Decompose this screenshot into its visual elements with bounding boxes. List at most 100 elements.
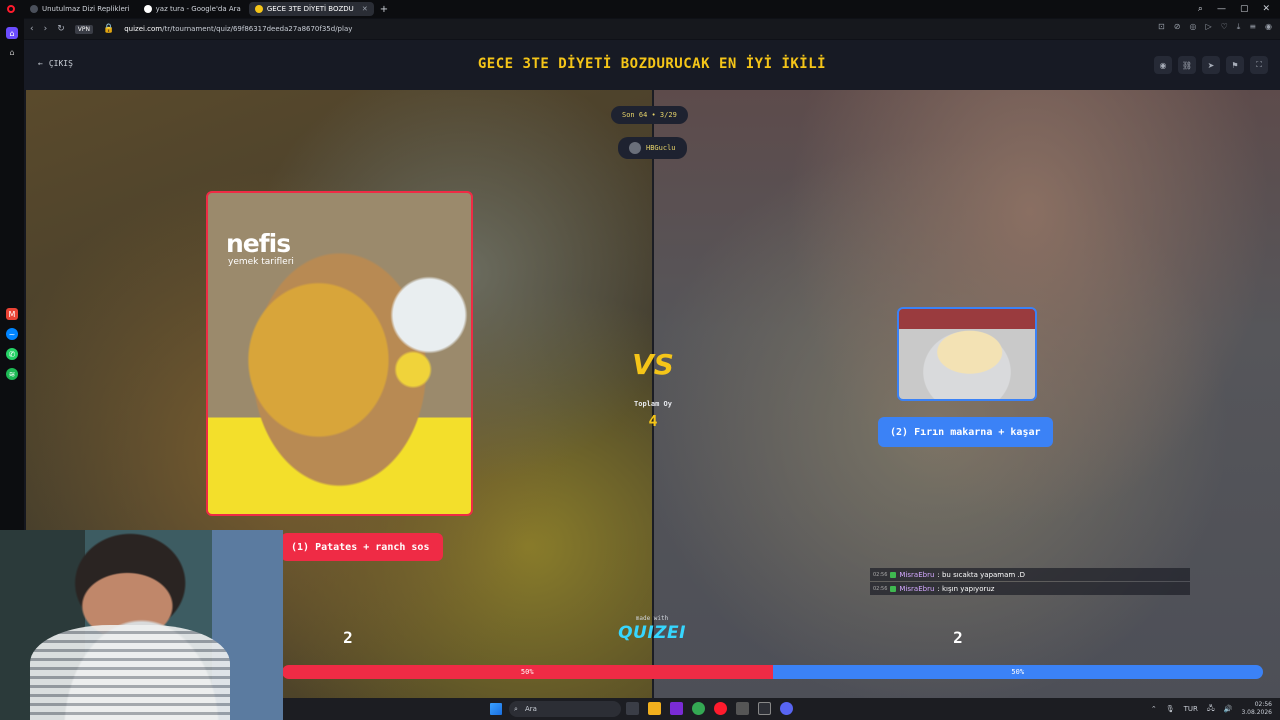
left-option-image[interactable]: nefis yemek tarifleri: [206, 191, 473, 516]
total-votes-value: 4: [648, 412, 658, 430]
made-with-label: made with: [635, 615, 669, 622]
right-vote-bar: 50%: [772, 665, 1263, 679]
eye-icon[interactable]: ◉: [1154, 56, 1172, 74]
search-placeholder: Ara: [525, 705, 537, 713]
close-tab-icon[interactable]: ✕: [362, 5, 368, 13]
fullscreen-icon[interactable]: ⛶: [1250, 56, 1268, 74]
tab-quizei[interactable]: GECE 3TE DİYETİ BOZDU ✕: [248, 2, 374, 16]
tab-google-search[interactable]: yaz tura - Google'da Ara: [138, 2, 247, 16]
system-tray: ⌃ 🎙 TUR 🖧 🔊 02:56 3.08.2026: [1151, 701, 1272, 717]
tab-label: GECE 3TE DİYETİ BOZDU: [266, 5, 354, 13]
adblock-icon[interactable]: ⊘: [1174, 22, 1181, 32]
share-icon[interactable]: ➤: [1202, 56, 1220, 74]
vpn-badge[interactable]: VPN: [74, 24, 93, 34]
author-badge[interactable]: HBGuclu: [618, 137, 687, 159]
obs-icon[interactable]: [758, 702, 771, 715]
badge-icon: [890, 571, 897, 578]
header-actions: ◉ ⛓ ➤ ⚑ ⛶: [1154, 56, 1268, 74]
webcam-person-shirt: [30, 625, 230, 720]
chat-user: MisraEbru: [899, 570, 935, 579]
lock-icon: 🔒: [102, 24, 115, 34]
left-score: 2: [343, 628, 353, 647]
clock[interactable]: 02:56 3.08.2026: [1241, 701, 1272, 717]
url-host: quizei.com: [124, 25, 163, 33]
address-bar: ‹ › ↻ VPN 🔒 quizei.com/tr/tournament/qui…: [24, 19, 1280, 39]
vote-progress-bar: 50% 50%: [282, 665, 1263, 679]
chat-text: : kışın yapıyoruz: [937, 584, 995, 593]
play-icon[interactable]: ▷: [1205, 22, 1211, 32]
task-view-icon[interactable]: [626, 702, 639, 715]
chat-time: 02:56: [873, 585, 888, 592]
opera-icon[interactable]: [714, 702, 727, 715]
google-icon: [143, 5, 152, 13]
round-indicator: Son 64 • 3/29: [611, 106, 688, 124]
right-option-button[interactable]: (2) Fırın makarna + kaşar: [878, 417, 1053, 447]
file-explorer-icon[interactable]: [648, 702, 661, 715]
search-tabs-icon[interactable]: ⌕: [1198, 4, 1203, 14]
chat-text: : bu sıcakta yapamam .D: [937, 570, 1026, 579]
left-vote-bar: 50%: [282, 665, 773, 679]
app-icon[interactable]: [670, 702, 683, 715]
nefis-logo: nefis: [226, 229, 291, 258]
volume-icon[interactable]: 🔊: [1224, 705, 1233, 713]
gmail-icon[interactable]: M: [6, 308, 18, 320]
maximize-icon[interactable]: ▢: [1240, 4, 1249, 14]
whatsapp-icon[interactable]: ✆: [6, 348, 18, 360]
chat-message: 02:56 MisraEbru : kışın yapıyoruz: [870, 582, 1190, 595]
link-icon[interactable]: ⛓: [1178, 56, 1196, 74]
clock-time: 02:56: [1254, 701, 1272, 708]
forward-nav-icon[interactable]: ›: [44, 24, 48, 34]
discord-icon[interactable]: [780, 702, 793, 715]
reload-icon[interactable]: ↻: [57, 24, 65, 34]
opera-logo-icon[interactable]: [0, 5, 22, 13]
quizei-logo[interactable]: QUIZEI: [612, 623, 692, 643]
clock-date: 3.08.2026: [1241, 709, 1272, 716]
right-score: 2: [953, 628, 963, 647]
url-field[interactable]: quizei.com/tr/tournament/quiz/69f86317de…: [124, 25, 352, 33]
speed-dial-icon[interactable]: ⌂: [6, 46, 18, 58]
back-nav-icon[interactable]: ‹: [30, 24, 34, 34]
quizei-favicon-icon: [254, 5, 263, 13]
tab-label: Unutulmaz Dizi Replikleri: [42, 5, 130, 13]
network-icon[interactable]: 🖧: [1207, 704, 1215, 715]
chevron-up-icon[interactable]: ⌃: [1151, 705, 1157, 713]
webcam-overlay: [0, 530, 283, 720]
chat-overlay: 02:56 MisraEbru : bu sıcakta yapamam .D …: [870, 568, 1190, 596]
close-window-icon[interactable]: ✕: [1262, 4, 1270, 14]
windows-start-icon[interactable]: [490, 703, 502, 715]
spotify-icon[interactable]: ≋: [6, 368, 18, 380]
messenger-icon[interactable]: ~: [6, 328, 18, 340]
heart-icon[interactable]: ♡: [1221, 22, 1228, 32]
download-icon[interactable]: ⤓: [1237, 22, 1241, 32]
right-option-image[interactable]: [897, 307, 1037, 401]
tab-label: yaz tura - Google'da Ara: [155, 5, 241, 13]
flag-icon[interactable]: ⚑: [1226, 56, 1244, 74]
search-icon: ⌕: [514, 704, 518, 713]
taskbar-apps: [626, 702, 793, 715]
left-option-button[interactable]: (1) Patates + ranch sos: [281, 533, 444, 561]
author-name: HBGuclu: [646, 144, 676, 152]
minimize-icon[interactable]: —: [1217, 4, 1226, 14]
chat-time: 02:56: [873, 571, 888, 578]
url-path: /tr/tournament/quiz/69f86317deeda27a8670…: [162, 25, 353, 33]
home-icon[interactable]: ⌂: [6, 27, 18, 39]
menu-icon[interactable]: ≡: [1249, 22, 1256, 32]
avatar: [629, 142, 641, 154]
favicon-icon: [30, 5, 38, 13]
settings-icon[interactable]: [736, 702, 749, 715]
tab-dizi-replikleri[interactable]: Unutulmaz Dizi Replikleri: [24, 2, 136, 16]
browser-tab-bar: Unutulmaz Dizi Replikleri yaz tura - Goo…: [0, 0, 1280, 18]
snapshot-icon[interactable]: ⊡: [1158, 22, 1165, 32]
chrome-icon[interactable]: [692, 702, 705, 715]
new-tab-icon[interactable]: +: [380, 4, 388, 15]
window-controls: ⌕ — ▢ ✕: [1198, 0, 1280, 18]
right-percent: 50%: [1011, 668, 1025, 676]
profile-icon[interactable]: ◉: [1265, 22, 1272, 32]
wallet-icon[interactable]: ◎: [1189, 22, 1196, 32]
microphone-icon[interactable]: 🎙: [1166, 705, 1175, 713]
chat-user: MisraEbru: [899, 584, 935, 593]
nefis-logo-subtitle: yemek tarifleri: [228, 257, 294, 267]
language-indicator[interactable]: TUR: [1184, 705, 1198, 713]
taskbar-search[interactable]: ⌕ Ara: [509, 701, 621, 717]
total-votes-label: Toplam Oy: [634, 400, 672, 408]
